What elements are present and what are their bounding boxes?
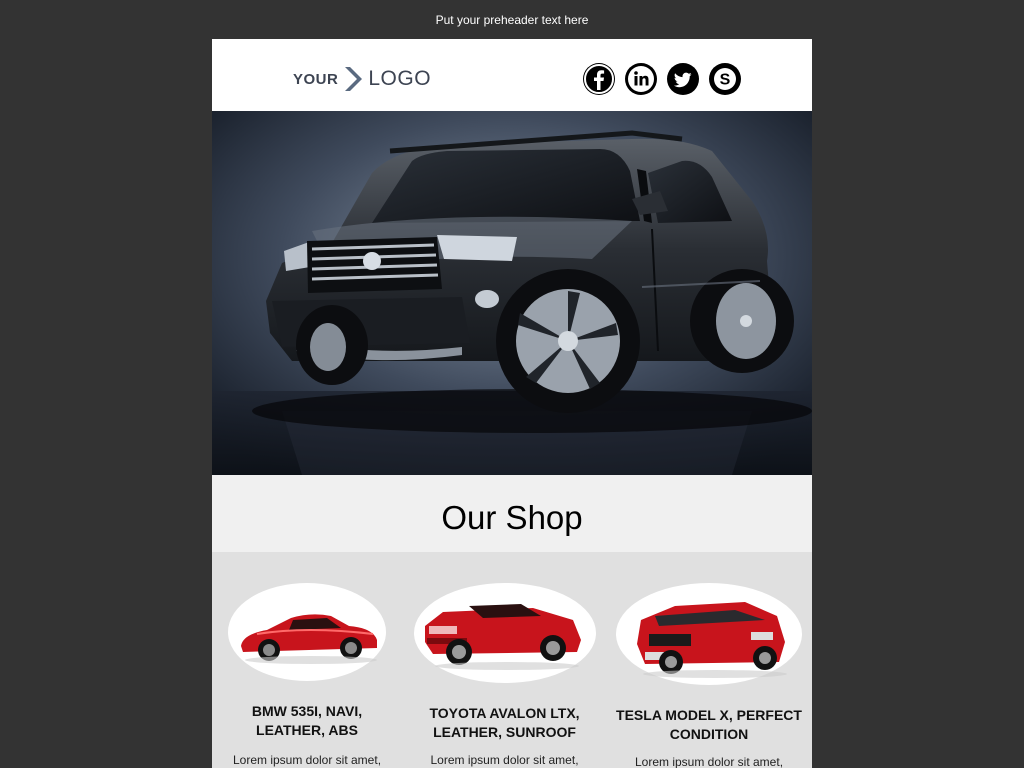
chevron-icon — [345, 67, 363, 91]
page-title: Our Shop — [441, 499, 583, 536]
shop-title-band: Our Shop — [212, 475, 812, 552]
hero-image — [212, 111, 812, 475]
logo[interactable]: YOUR LOGO — [293, 65, 431, 93]
products-section: BMW 535I, NAVI, LEATHER, ABS Lorem ipsum… — [212, 552, 812, 768]
product-name[interactable]: TOYOTA AVALON LTX, LEATHER, SUNROOF — [412, 704, 597, 742]
email-header: YOUR LOGO S — [212, 39, 812, 111]
product-image[interactable] — [413, 582, 597, 684]
twitter-icon[interactable] — [667, 63, 699, 95]
product-card[interactable]: TESLA MODEL X, PERFECT CONDITION Lorem i… — [614, 582, 804, 768]
svg-text:S: S — [720, 72, 731, 89]
product-image[interactable] — [227, 582, 387, 682]
product-name[interactable]: TESLA MODEL X, PERFECT CONDITION — [614, 706, 804, 744]
email-container: YOUR LOGO S Our Shop BMW 535I, NAVI, LEA… — [212, 39, 812, 768]
product-name[interactable]: BMW 535I, NAVI, LEATHER, ABS — [226, 702, 388, 740]
preheader-text: Put your preheader text here — [435, 13, 589, 27]
social-links: S — [583, 63, 751, 95]
logo-text-your: YOUR — [293, 70, 339, 88]
linkedin-icon[interactable] — [625, 63, 657, 95]
product-image[interactable] — [615, 582, 803, 686]
suv-photo — [212, 111, 812, 475]
product-card[interactable]: BMW 535I, NAVI, LEATHER, ABS Lorem ipsum… — [226, 582, 388, 768]
facebook-icon[interactable] — [583, 63, 615, 95]
product-description: Lorem ipsum dolor sit amet, — [232, 753, 382, 767]
product-card[interactable]: TOYOTA AVALON LTX, LEATHER, SUNROOF Lore… — [412, 582, 597, 768]
skype-icon[interactable]: S — [709, 63, 741, 95]
product-description: Lorem ipsum dolor sit amet, — [430, 753, 579, 767]
logo-text-logo: LOGO — [368, 67, 432, 90]
product-description: Lorem ipsum dolor sit amet, — [634, 755, 784, 768]
